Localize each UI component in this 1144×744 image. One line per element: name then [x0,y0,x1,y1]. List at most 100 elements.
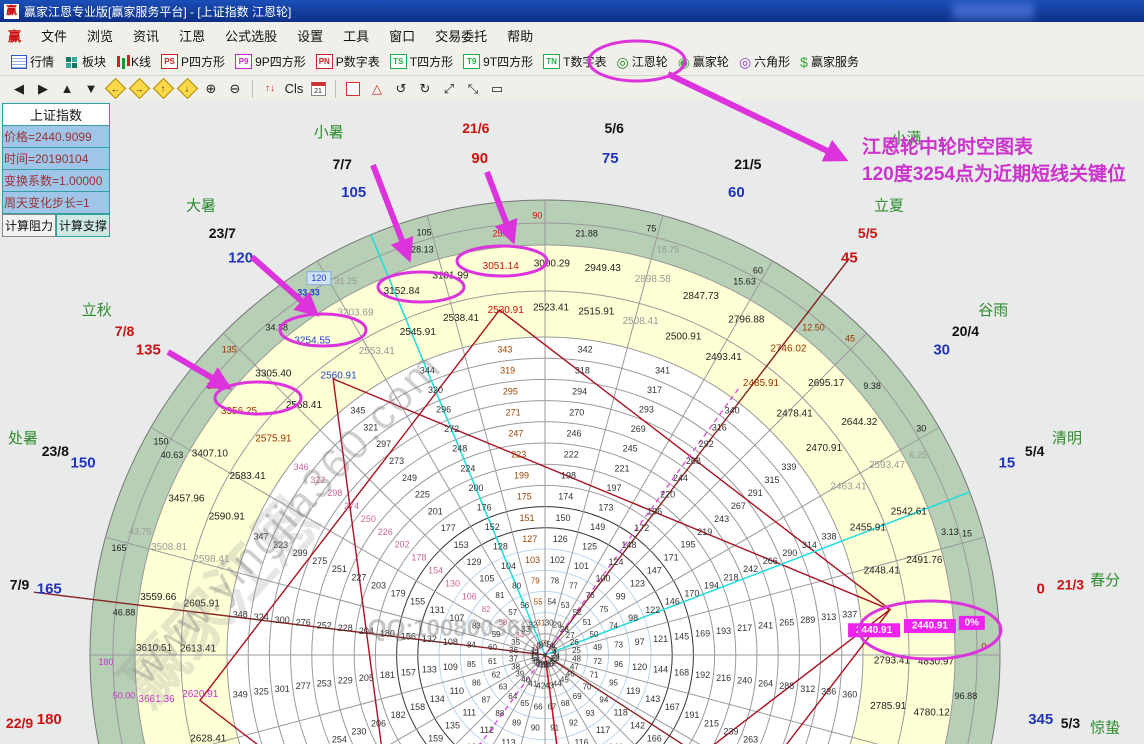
menu-item-设置[interactable]: 设置 [287,23,333,48]
svg-text:2553.41: 2553.41 [359,346,396,357]
svg-text:182: 182 [391,710,406,720]
toolbar-item-K线[interactable]: K线 [111,51,156,72]
svg-text:142: 142 [630,720,645,730]
zoom-out-button[interactable]: ⊖ [224,79,246,99]
svg-text:323: 323 [273,540,288,550]
svg-text:96: 96 [614,660,623,669]
toolbar-item-P数字表[interactable]: PNP数字表 [311,51,385,72]
svg-text:268: 268 [686,456,701,466]
svg-text:296: 296 [436,405,451,415]
svg-text:3661.36: 3661.36 [138,694,175,705]
svg-text:313: 313 [821,612,836,622]
svg-text:49: 49 [593,643,602,652]
toolbar-item-T四方形[interactable]: TST四方形 [385,51,458,72]
svg-text:2530.91: 2530.91 [488,305,525,316]
svg-text:147: 147 [647,565,662,575]
svg-text:88: 88 [495,709,504,718]
shift-right-button[interactable]: → [128,79,150,99]
tn-badge-icon: TN [543,54,560,69]
triangle-tool-button[interactable]: △ [366,79,388,99]
menu-item-窗口[interactable]: 窗口 [379,23,425,48]
calendar-button[interactable]: 21 [307,79,329,99]
svg-text:336: 336 [821,687,836,697]
index-name: 上证指数 [2,103,110,126]
menu-item-公式选股[interactable]: 公式选股 [215,23,287,48]
toolbar-item-9P四方形[interactable]: P99P四方形 [230,51,311,72]
svg-text:347: 347 [253,532,268,542]
menu-item-江恩[interactable]: 江恩 [169,23,215,48]
svg-text:3051.14: 3051.14 [483,261,520,272]
toolbar-item-P四方形[interactable]: PSP四方形 [156,51,230,72]
svg-text:2508.41: 2508.41 [623,316,660,327]
svg-text:267: 267 [731,501,746,511]
pn-badge-icon: PN [316,54,333,69]
svg-text:177: 177 [441,523,456,533]
svg-text:301: 301 [275,684,290,694]
toolbar-item-赢家服务[interactable]: $赢家服务 [795,51,864,72]
shrink-button[interactable]: ⤡ [462,79,484,99]
screen-button[interactable]: ▭ [486,79,508,99]
svg-text:202: 202 [395,540,410,550]
menu-item-文件[interactable]: 文件 [31,23,77,48]
shift-up-button[interactable]: ↑ [152,79,174,99]
svg-text:297: 297 [376,439,391,449]
menu-item-交易委托[interactable]: 交易委托 [425,23,497,48]
svg-text:2560.91: 2560.91 [321,371,358,382]
toolbar-item-板块[interactable]: 板块 [59,51,111,72]
svg-text:谷雨: 谷雨 [978,302,1008,319]
next-button[interactable]: ▶ [32,79,54,99]
svg-text:154: 154 [428,565,443,575]
rotate-cw-button[interactable]: ↻ [414,79,436,99]
menu-item-浏览[interactable]: 浏览 [77,23,123,48]
toolbar-item-9T四方形[interactable]: T99T四方形 [458,51,538,72]
rotate-ccw-button[interactable]: ↺ [390,79,412,99]
menu-item-工具[interactable]: 工具 [333,23,379,48]
svg-text:79: 79 [531,577,540,586]
zoom-in-button[interactable]: ⊕ [200,79,222,99]
updown-arrows-button[interactable]: ↑↓ [259,79,281,99]
shift-left-button[interactable]: ← [104,79,126,99]
svg-text:269: 269 [631,424,646,434]
svg-text:86: 86 [472,679,481,688]
calc-support-button[interactable]: 计算支撑 [56,214,110,237]
cls-button[interactable]: Cls [283,79,305,99]
svg-text:33.33: 33.33 [297,288,320,298]
titlebar-blur-mark [952,3,1034,20]
svg-text:2590.91: 2590.91 [209,511,246,522]
svg-text:120: 120 [228,249,253,266]
square-tool-button[interactable] [342,79,364,99]
menu-item-帮助[interactable]: 帮助 [497,23,543,48]
gann-wheel-canvas[interactable]: 1234567891011121314151617181920212223242… [0,100,1144,744]
toolbar-item-赢家轮[interactable]: ◉赢家轮 [673,51,734,72]
gann-wheel-chart[interactable]: 1234567891011121314151617181920212223242… [0,100,1144,744]
shift-down-button[interactable]: ↓ [176,79,198,99]
svg-text:135: 135 [445,720,460,730]
svg-text:223: 223 [511,450,526,460]
expand-button[interactable]: ⤢ [438,79,460,99]
svg-text:222: 222 [564,450,579,460]
svg-text:2847.73: 2847.73 [683,291,720,302]
svg-text:105: 105 [479,574,494,584]
prev-button[interactable]: ◀ [8,79,30,99]
toolbar-item-六角形[interactable]: ◎六角形 [734,51,795,72]
toolbar-item-江恩轮[interactable]: ◎江恩轮 [611,51,672,72]
svg-text:195: 195 [680,540,695,550]
svg-text:112: 112 [480,725,494,735]
svg-text:15.63: 15.63 [733,276,756,286]
svg-text:151: 151 [519,513,534,523]
svg-text:241: 241 [758,620,773,630]
svg-text:3305.40: 3305.40 [255,368,292,379]
svg-text:50: 50 [590,630,599,639]
svg-text:30: 30 [545,619,554,628]
toolbar-item-T数字表[interactable]: TNT数字表 [538,51,611,72]
toolbar-item-行情[interactable]: 行情 [6,51,59,72]
svg-text:0: 0 [981,642,986,652]
up-button[interactable]: ▲ [56,79,78,99]
svg-text:318: 318 [575,366,590,376]
svg-text:2448.41: 2448.41 [864,566,901,577]
svg-text:28.13: 28.13 [411,245,434,255]
down-button[interactable]: ▼ [80,79,102,99]
svg-text:127: 127 [522,534,537,544]
calc-resistance-button[interactable]: 计算阻力 [2,214,56,237]
menu-item-资讯[interactable]: 资讯 [123,23,169,48]
